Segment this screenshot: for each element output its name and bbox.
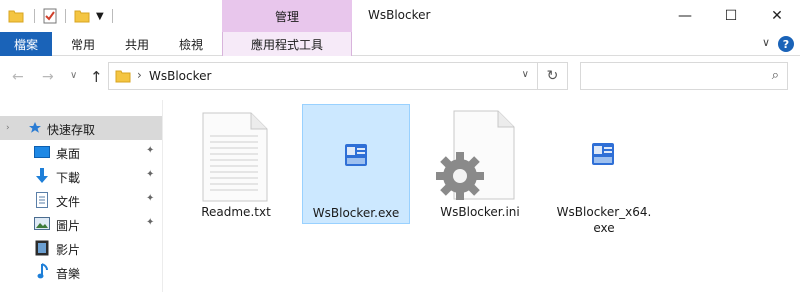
app-exe-icon (592, 143, 614, 165)
download-icon (36, 168, 48, 183)
back-button[interactable]: ← (12, 69, 24, 85)
tab-file[interactable]: 檔案 (0, 32, 52, 56)
sidebar-item-desktop[interactable]: 桌面 ✦ (0, 140, 162, 164)
collapse-ribbon-icon[interactable]: ∨ (762, 36, 770, 49)
address-dropdown-icon[interactable]: ∨ (522, 69, 529, 80)
help-icon[interactable]: ? (778, 36, 794, 52)
sidebar-item-label: 桌面 (56, 147, 81, 161)
pictures-icon (34, 217, 50, 230)
settings-file-icon (436, 110, 515, 200)
quick-access-toolbar: ▼ (8, 8, 113, 24)
up-button[interactable]: ↑ (90, 68, 103, 86)
folder-icon[interactable] (8, 9, 24, 23)
sidebar-item-label: 下載 (56, 171, 81, 185)
separator (65, 9, 66, 23)
sidebar-item-downloads[interactable]: 下載 ✦ (0, 164, 162, 188)
refresh-button[interactable]: ↻ (538, 62, 568, 90)
breadcrumb-current[interactable]: WsBlocker (149, 69, 211, 83)
file-item-wsblocker-ini[interactable]: WsBlocker.ini (426, 104, 534, 224)
pin-icon[interactable]: ✦ (146, 145, 154, 156)
sidebar-item-music[interactable]: 音樂 (0, 260, 162, 284)
file-name: WsBlocker.exe (312, 206, 400, 220)
file-name: Readme.txt (201, 205, 271, 219)
sidebar-item-videos[interactable]: 影片 (0, 236, 162, 260)
new-folder-icon[interactable] (74, 9, 90, 23)
document-icon (36, 192, 48, 208)
chevron-right-icon[interactable]: › (6, 123, 10, 133)
breadcrumb-separator[interactable]: › (137, 68, 142, 82)
pin-icon[interactable]: ✦ (146, 169, 154, 180)
file-item-readme[interactable]: Readme.txt (182, 104, 290, 224)
tab-home[interactable]: 常用 (58, 32, 108, 56)
pane-divider[interactable] (162, 100, 163, 292)
customize-toolbar-icon[interactable]: ▼ (96, 11, 104, 22)
pin-icon[interactable]: ✦ (146, 217, 154, 228)
folder-icon (115, 70, 131, 83)
file-item-wsblocker-x64-exe[interactable]: WsBlocker_x64. exe (550, 104, 658, 235)
video-icon (35, 240, 49, 256)
sidebar-item-label: 文件 (56, 195, 81, 209)
title-bar: ▼ 管理 WsBlocker — ☐ ✕ (0, 0, 800, 32)
text-file-icon (202, 112, 268, 202)
sidebar-item-label: 音樂 (56, 267, 81, 281)
file-item-wsblocker-exe[interactable]: WsBlocker.exe (302, 104, 410, 224)
sidebar-item-label: 影片 (56, 243, 81, 257)
pin-icon[interactable]: ✦ (146, 193, 154, 204)
file-name: WsBlocker.ini (440, 205, 520, 219)
separator (34, 9, 35, 23)
recent-locations-button[interactable]: ∨ (70, 70, 77, 81)
sidebar-item-label: 快速存取 (47, 123, 96, 137)
separator (111, 9, 113, 23)
tab-view[interactable]: 檢視 (166, 32, 216, 56)
window-title: WsBlocker (368, 8, 431, 22)
close-button[interactable]: ✕ (754, 0, 800, 32)
address-bar[interactable]: › WsBlocker ∨ (108, 62, 538, 90)
properties-check-icon[interactable] (43, 8, 57, 24)
sidebar-item-documents[interactable]: 文件 ✦ (0, 188, 162, 212)
tab-share[interactable]: 共用 (112, 32, 162, 56)
music-icon (37, 263, 48, 279)
search-icon[interactable]: ⌕ (772, 68, 779, 83)
context-tab-header: 管理 (222, 0, 352, 32)
file-name: WsBlocker_x64. exe (556, 205, 652, 235)
search-input[interactable]: ⌕ (580, 62, 788, 90)
ribbon-tabs: 檔案 常用 共用 檢視 應用程式工具 ∨ ? (0, 32, 800, 56)
desktop-icon (34, 146, 50, 158)
minimize-button[interactable]: — (662, 0, 708, 32)
tab-application-tools[interactable]: 應用程式工具 (222, 32, 352, 56)
maximize-button[interactable]: ☐ (708, 0, 754, 32)
forward-button[interactable]: → (42, 69, 54, 85)
sidebar-item-pictures[interactable]: 圖片 ✦ (0, 212, 162, 236)
star-icon (29, 122, 41, 133)
sidebar-item-quick-access[interactable]: › 快速存取 (0, 116, 162, 140)
app-exe-icon (345, 144, 367, 166)
sidebar-item-label: 圖片 (56, 219, 81, 233)
